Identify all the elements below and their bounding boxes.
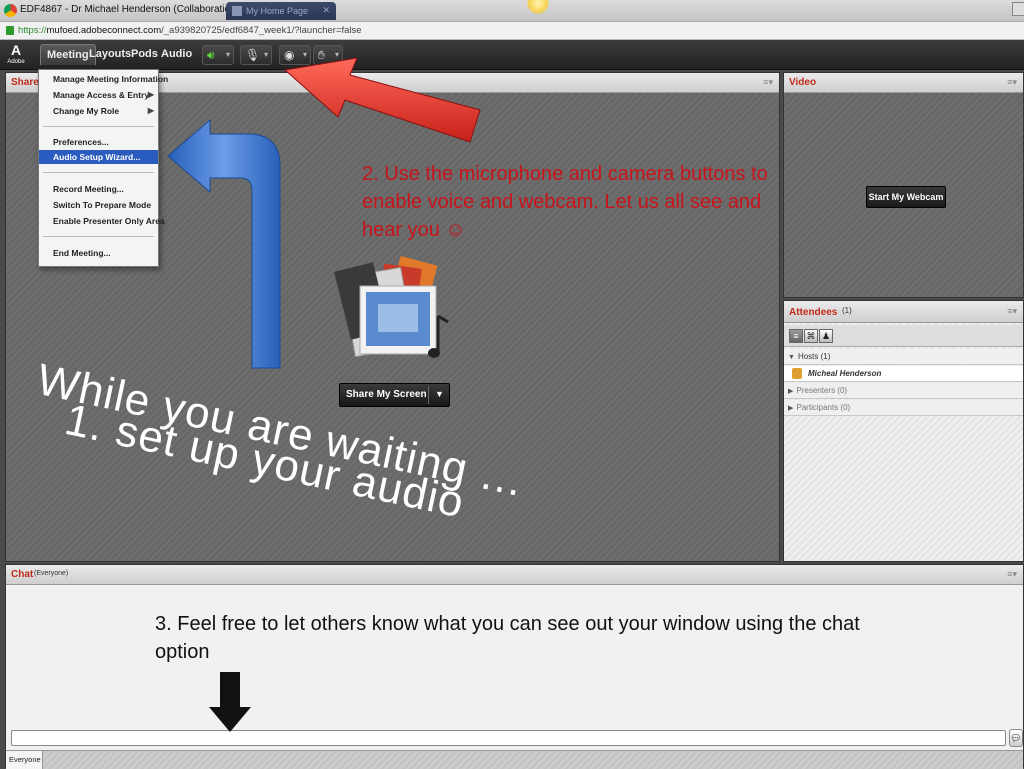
annotation-arrows (167, 57, 481, 732)
blue-arrow-icon (167, 118, 281, 369)
black-down-arrow-icon (209, 672, 251, 732)
red-arrow-icon (283, 57, 481, 143)
